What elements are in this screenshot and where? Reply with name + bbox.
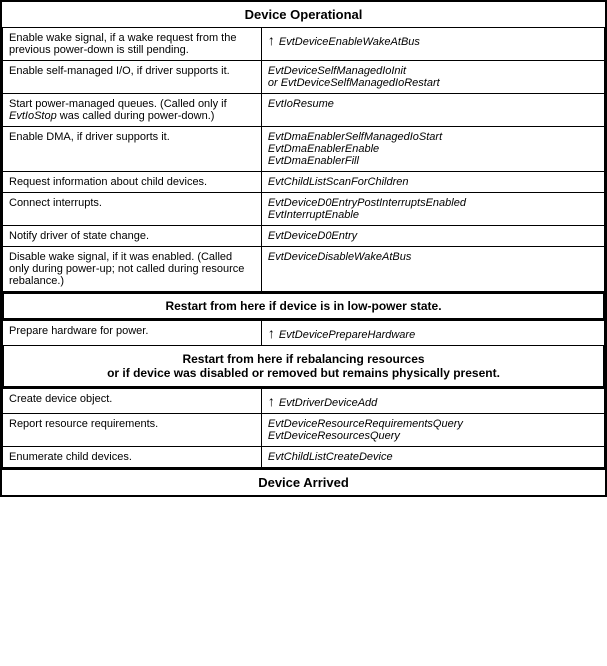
table-row: Create device object.↑EvtDriverDeviceAdd <box>3 389 605 414</box>
row-event: EvtDeviceD0EntryPostInterruptsEnabledEvt… <box>261 193 604 226</box>
row-description: Enable wake signal, if a wake request fr… <box>3 28 262 61</box>
device-arrived-header: Device Arrived <box>2 468 605 495</box>
bottom-table: Create device object.↑EvtDriverDeviceAdd… <box>2 388 605 468</box>
row-description: Notify driver of state change. <box>3 226 262 247</box>
row-description: Enumerate child devices. <box>3 447 262 468</box>
restart-low-power-banner: Restart from here if device is in low-po… <box>2 292 605 320</box>
row-description: Report resource requirements. <box>3 414 262 447</box>
row-description: Enable self-managed I/O, if driver suppo… <box>3 61 262 94</box>
row-event: EvtChildListCreateDevice <box>261 447 604 468</box>
main-container: Device Operational Enable wake signal, i… <box>0 0 607 497</box>
row-event: EvtDmaEnablerSelfManagedIoStartEvtDmaEna… <box>261 127 604 172</box>
row-description: Enable DMA, if driver supports it. <box>3 127 262 172</box>
row-description: Connect interrupts. <box>3 193 262 226</box>
prepare-table: Prepare hardware for power.↑EvtDevicePre… <box>2 320 605 346</box>
table-row: Enable DMA, if driver supports it.EvtDma… <box>3 127 605 172</box>
row-event: ↑EvtDriverDeviceAdd <box>261 389 604 414</box>
row-description: Create device object. <box>3 389 262 414</box>
table-row: Enable self-managed I/O, if driver suppo… <box>3 61 605 94</box>
table-row: Notify driver of state change.EvtDeviceD… <box>3 226 605 247</box>
table-row: Enumerate child devices.EvtChildListCrea… <box>3 447 605 468</box>
row-event: EvtChildListScanForChildren <box>261 172 604 193</box>
table-row: Request information about child devices.… <box>3 172 605 193</box>
row-description: Start power-managed queues. (Called only… <box>3 94 262 127</box>
row-event: EvtDeviceD0Entry <box>261 226 604 247</box>
row-description: Disable wake signal, if it was enabled. … <box>3 247 262 292</box>
table-row: Start power-managed queues. (Called only… <box>3 94 605 127</box>
row-event: EvtDeviceSelfManagedIoInitor EvtDeviceSe… <box>261 61 604 94</box>
device-operational-header: Device Operational <box>2 2 605 27</box>
top-table: Enable wake signal, if a wake request fr… <box>2 27 605 292</box>
table-row: Report resource requirements.EvtDeviceRe… <box>3 414 605 447</box>
row-description: Prepare hardware for power. <box>3 321 262 346</box>
row-event: ↑EvtDevicePrepareHardware <box>261 321 604 346</box>
restart-rebalance-banner: Restart from here if rebalancing resourc… <box>2 346 605 388</box>
table-row: Disable wake signal, if it was enabled. … <box>3 247 605 292</box>
row-event: EvtDeviceDisableWakeAtBus <box>261 247 604 292</box>
row-event: EvtDeviceResourceRequirementsQueryEvtDev… <box>261 414 604 447</box>
table-row: Prepare hardware for power.↑EvtDevicePre… <box>3 321 605 346</box>
table-row: Connect interrupts.EvtDeviceD0EntryPostI… <box>3 193 605 226</box>
table-row: Enable wake signal, if a wake request fr… <box>3 28 605 61</box>
row-event: EvtIoResume <box>261 94 604 127</box>
row-description: Request information about child devices. <box>3 172 262 193</box>
row-event: ↑EvtDeviceEnableWakeAtBus <box>261 28 604 61</box>
